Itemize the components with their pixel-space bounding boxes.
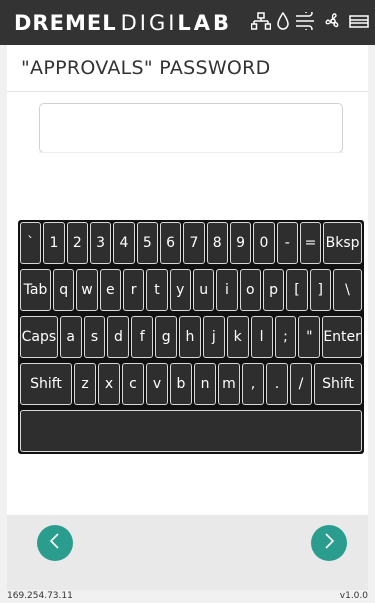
password-field[interactable] (39, 103, 343, 153)
status-strip: 169.254.73.11 v1.0.0 (0, 590, 375, 603)
chevron-right-icon (322, 533, 336, 553)
page-title: "APPROVALS" PASSWORD (21, 57, 271, 79)
key-row2-4[interactable]: r (122, 269, 145, 311)
key-row2-11[interactable]: [ (286, 269, 308, 311)
key-row4-0[interactable]: Shift (20, 363, 72, 405)
ip-address: 169.254.73.11 (7, 591, 73, 601)
key-row3-3[interactable]: d (107, 316, 130, 358)
key-row1-11[interactable]: - (276, 222, 298, 264)
key-row4-5[interactable]: b (170, 363, 192, 405)
key-row3-6[interactable]: h (179, 316, 201, 358)
key-row1-3[interactable]: 3 (89, 222, 112, 264)
key-row1-1[interactable]: 1 (43, 222, 65, 264)
key-row3-9[interactable]: l (250, 316, 273, 358)
key-row1-2[interactable]: 2 (66, 222, 88, 264)
fan-icon (323, 12, 343, 30)
key-row1-4[interactable]: 4 (113, 222, 135, 264)
chevron-left-icon (48, 533, 62, 553)
key-row3-1[interactable]: a (59, 316, 82, 358)
brand-lab: LAB (177, 10, 233, 35)
key-row2-8[interactable]: i (216, 269, 238, 311)
key-row1-8[interactable]: 8 (206, 222, 228, 264)
key-row1-12[interactable]: = (299, 222, 322, 264)
key-row1-7[interactable]: 7 (183, 222, 205, 264)
key-row2-0[interactable]: Tab (20, 269, 52, 311)
navigation-bar (7, 515, 368, 590)
key-row2-7[interactable]: u (192, 269, 215, 311)
brand-dremel: DREMEL (14, 10, 117, 35)
network-icon (251, 12, 271, 30)
key-row2-9[interactable]: o (239, 269, 261, 311)
next-button[interactable] (311, 525, 347, 561)
droplet-icon (277, 12, 289, 30)
key-row3-2[interactable]: s (83, 316, 106, 358)
key-row1-0[interactable]: ` (20, 222, 42, 264)
brand-logo: DREMEL DIGI LAB (14, 11, 232, 35)
key-row4-4[interactable]: v (146, 363, 168, 405)
key-row3-11[interactable]: " (298, 316, 321, 358)
key-row2-12[interactable]: ] (309, 269, 331, 311)
key-row1-6[interactable]: 6 (159, 222, 182, 264)
key-row4-7[interactable]: m (218, 363, 240, 405)
key-row1-9[interactable]: 9 (229, 222, 252, 264)
key-row2-2[interactable]: w (76, 269, 98, 311)
key-row4-11[interactable]: Shift (314, 363, 362, 405)
key-row4-9[interactable]: . (266, 363, 288, 405)
back-button[interactable] (37, 525, 73, 561)
key-row3-10[interactable]: ; (274, 316, 297, 358)
key-row2-10[interactable]: p (262, 269, 285, 311)
key-row4-8[interactable]: , (242, 363, 264, 405)
onscreen-keyboard: ` 1 2 3 4 5 6 7 8 9 0- = Bksp Tab q w e r t y u i o p[] \ Caps a s d… (18, 220, 364, 454)
key-row3-8[interactable]: k (226, 316, 249, 358)
top-bar: DREMEL DIGI LAB (0, 0, 375, 45)
field-divider (39, 152, 343, 153)
main-panel: "APPROVALS" PASSWORD ` 1 2 3 4 5 6 7 8 9 0- = Bksp Ta… (7, 45, 368, 590)
title-row: "APPROVALS" PASSWORD (7, 45, 368, 92)
key-row3-12[interactable]: Enter (322, 316, 362, 358)
space-bar[interactable] (20, 410, 362, 452)
key-row3-4[interactable]: f (131, 316, 154, 358)
filament-icon (349, 12, 369, 30)
key-row3-0[interactable]: Caps (20, 316, 58, 358)
key-row1-10[interactable]: 0 (253, 222, 275, 264)
key-row2-3[interactable]: e (99, 269, 121, 311)
key-row4-2[interactable]: x (98, 363, 120, 405)
key-row4-3[interactable]: c (122, 363, 144, 405)
key-row2-5[interactable]: t (146, 269, 168, 311)
key-row4-1[interactable]: z (74, 363, 96, 405)
key-row1-5[interactable]: 5 (136, 222, 158, 264)
key-row4-10[interactable]: / (290, 363, 312, 405)
airflow-icon (295, 12, 317, 30)
version-label: v1.0.0 (339, 591, 368, 601)
key-row4-6[interactable]: n (194, 363, 216, 405)
key-row2-1[interactable]: q (53, 269, 75, 311)
key-row2-13[interactable]: \ (332, 269, 362, 311)
key-row3-5[interactable]: g (155, 316, 178, 358)
key-row2-6[interactable]: y (169, 269, 191, 311)
key-row3-7[interactable]: j (202, 316, 225, 358)
brand-digi: DIGI (120, 10, 178, 35)
key-row1-13[interactable]: Bksp (323, 222, 362, 264)
